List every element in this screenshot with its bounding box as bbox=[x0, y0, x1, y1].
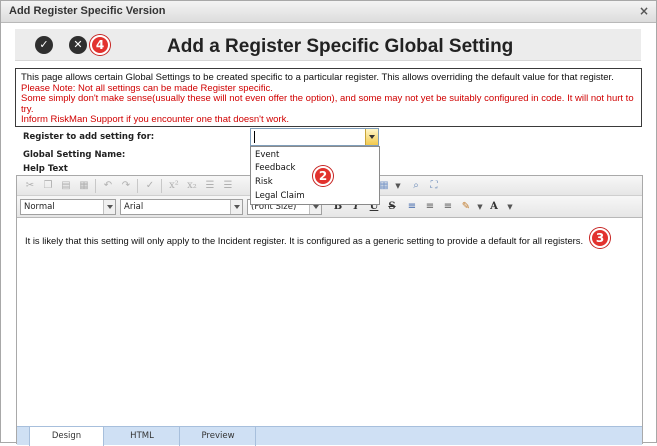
align-left-icon[interactable]: ≡ bbox=[405, 200, 419, 214]
editor-content[interactable]: It is likely that this setting will only… bbox=[25, 235, 583, 246]
info-box: This page allows certain Global Settings… bbox=[15, 68, 642, 127]
callout-badge-4: 4 bbox=[90, 35, 110, 55]
register-label: Register to add setting for: bbox=[23, 132, 155, 142]
close-icon[interactable]: × bbox=[639, 4, 649, 18]
dialog: Add Register Specific Version × ✓ ✕ 4 Ad… bbox=[0, 0, 657, 446]
editor-mode-tabs: Design HTML Preview bbox=[17, 426, 642, 446]
register-select[interactable] bbox=[250, 128, 379, 146]
page-header: ✓ ✕ 4 Add a Register Specific Global Set… bbox=[15, 29, 641, 61]
help-text-label: Help Text bbox=[23, 164, 68, 174]
dropdown-option-feedback[interactable]: Feedback bbox=[255, 163, 295, 173]
window-title: Add Register Specific Version bbox=[9, 5, 166, 17]
register-dropdown-list: Event Feedback Risk Legal Claim 2 bbox=[250, 146, 380, 205]
highlight-color-icon[interactable]: ✎ bbox=[459, 200, 473, 214]
tab-design[interactable]: Design bbox=[29, 427, 104, 446]
list-icon[interactable]: ☰ bbox=[203, 179, 217, 193]
superscript-icon[interactable]: x² bbox=[167, 179, 181, 193]
tab-html[interactable]: HTML bbox=[105, 427, 180, 446]
font-color-button[interactable]: A bbox=[487, 200, 501, 214]
rich-text-editor: ✂ ❐ ▤ ▦ ↶ ↷ ✓ x² x₂ ☰ ☰ ▦ ▼ ⌕ ⛶ Normal A… bbox=[16, 175, 643, 446]
dropdown-option-event[interactable]: Event bbox=[255, 150, 279, 160]
align-right-icon[interactable]: ≡ bbox=[441, 200, 455, 214]
cut-icon[interactable]: ✂ bbox=[23, 179, 37, 193]
font-family-value: Arial bbox=[124, 202, 144, 212]
tab-preview[interactable]: Preview bbox=[181, 427, 256, 446]
toolbar-divider bbox=[95, 179, 96, 193]
page-title: Add a Register Specific Global Setting bbox=[167, 36, 514, 57]
find-icon[interactable]: ⌕ bbox=[409, 179, 423, 193]
text-caret bbox=[254, 131, 255, 143]
global-setting-label: Global Setting Name: bbox=[23, 150, 126, 160]
undo-icon[interactable]: ↶ bbox=[101, 179, 115, 193]
dropdown-option-risk[interactable]: Risk bbox=[255, 177, 273, 187]
fullscreen-icon[interactable]: ⛶ bbox=[427, 179, 441, 193]
indent-icon[interactable]: ☰ bbox=[221, 179, 235, 193]
chevron-down-icon[interactable] bbox=[230, 200, 242, 214]
paragraph-style-select[interactable]: Normal bbox=[20, 199, 116, 215]
toolbar-divider bbox=[137, 179, 138, 193]
table-dropdown-icon[interactable]: ▼ bbox=[391, 179, 405, 193]
align-center-icon[interactable]: ≡ bbox=[423, 200, 437, 214]
paragraph-style-value: Normal bbox=[24, 202, 55, 212]
font-family-select[interactable]: Arial bbox=[120, 199, 243, 215]
paste-icon[interactable]: ▤ bbox=[59, 179, 73, 193]
info-line-1: This page allows certain Global Settings… bbox=[21, 72, 614, 83]
check-circle-icon[interactable]: ✓ bbox=[35, 36, 53, 54]
dropdown-option-legal-claim[interactable]: Legal Claim bbox=[255, 191, 305, 201]
font-color-dropdown-icon[interactable]: ▼ bbox=[503, 200, 517, 214]
title-bar: Add Register Specific Version × bbox=[1, 1, 656, 23]
info-support-line: Inform RiskMan Support if you encounter … bbox=[21, 114, 289, 126]
highlight-dropdown-icon[interactable]: ▼ bbox=[473, 200, 487, 214]
subscript-icon[interactable]: x₂ bbox=[185, 179, 199, 193]
info-warning-line: Some simply don't make sense(usually the… bbox=[21, 93, 634, 115]
strikethrough-button[interactable]: S bbox=[385, 200, 399, 214]
copy-icon[interactable]: ❐ bbox=[41, 179, 55, 193]
spellcheck-icon[interactable]: ✓ bbox=[143, 179, 157, 193]
callout-badge-2: 2 bbox=[313, 166, 333, 186]
paste-text-icon[interactable]: ▦ bbox=[77, 179, 91, 193]
chevron-down-icon[interactable] bbox=[103, 200, 115, 214]
x-circle-icon[interactable]: ✕ bbox=[69, 36, 87, 54]
callout-badge-3: 3 bbox=[590, 228, 610, 248]
toolbar-divider bbox=[161, 179, 162, 193]
chevron-down-icon[interactable] bbox=[365, 129, 378, 145]
redo-icon[interactable]: ↷ bbox=[119, 179, 133, 193]
